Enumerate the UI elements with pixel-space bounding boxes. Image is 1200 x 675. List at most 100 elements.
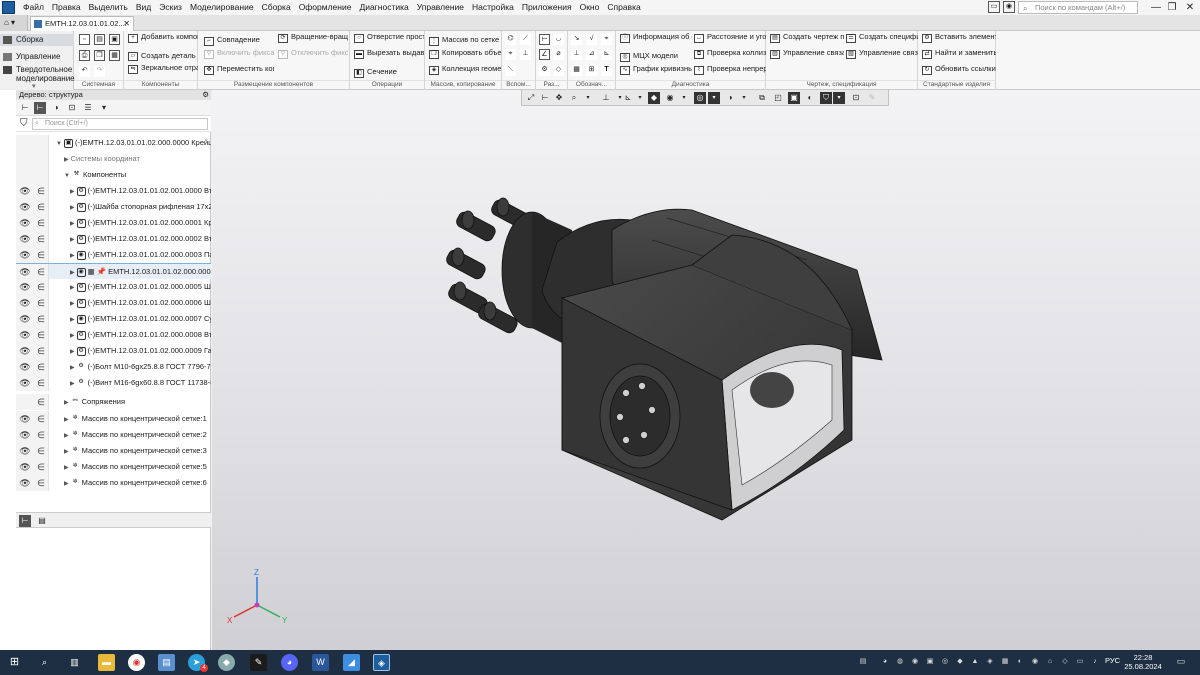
insert-element-button[interactable]: ⚙ Вставить элемент (922, 33, 996, 49)
filter-view-icon[interactable]: ⛉ (820, 92, 832, 104)
measure-icon[interactable]: ⊡ (850, 92, 862, 104)
weld-icon[interactable]: ⊾ (601, 49, 612, 60)
point-icon[interactable]: ⌖ (505, 49, 516, 60)
geometry-collection-button[interactable]: ◈Коллекция геометрии (429, 65, 501, 81)
menu-help[interactable]: Справка (603, 0, 644, 15)
menu-select[interactable]: Выделить (85, 0, 132, 15)
display-style-icon[interactable]: ◉ (664, 92, 676, 104)
visibility-eye-icon[interactable]: 👁 (19, 327, 31, 343)
clock[interactable]: 22:28 25.08.2024 (1122, 653, 1164, 673)
visibility-eye-icon[interactable]: 👁 (19, 264, 31, 279)
zoom-all-icon[interactable]: ⤢ (525, 92, 537, 104)
tree-row-component[interactable]: 👁∈▶◉(-)ЕМТН.12.03.01.01.02.000.0007 Супо… (16, 311, 211, 327)
continuity-check-button[interactable]: ⌇Проверка непрерывности (694, 65, 766, 81)
tree-row-component[interactable]: 👁 ∈ ▶ ⚙ (-)Шайба стопорная рифленая 17х2 (16, 199, 211, 215)
text-icon[interactable]: T (601, 65, 612, 76)
csys-view-icon[interactable]: ⊾ (622, 92, 634, 104)
notepad-icon[interactable]: ▤ (158, 654, 175, 671)
tray-nvidia-icon[interactable]: ▣ (925, 657, 935, 667)
move-component-button[interactable]: ✥Переместить компонент (204, 65, 274, 81)
mirror-component-button[interactable]: ⇋Зеркальное отражение ко... (128, 64, 198, 80)
tree-row-component[interactable]: 👁∈▶⚙(-)ЕМТН.12.03.01.01.02.001.0000 Втул… (16, 183, 211, 199)
properties-icon[interactable]: ▦ (109, 50, 120, 61)
axis-icon[interactable]: ⟋ (520, 34, 531, 45)
windows-start-icon[interactable]: ⊞ (6, 654, 23, 671)
tray-icon-1[interactable]: ▤ (858, 657, 868, 667)
language-indicator[interactable]: РУС (1105, 656, 1120, 665)
menu-view[interactable]: Вид (132, 0, 155, 15)
tree-row-array[interactable]: 👁 ∈ ▶ ✲ Массив по концентрической сетке:3 (16, 443, 211, 459)
assembly-model[interactable]: Z X Y (212, 90, 1200, 650)
create-spec-button[interactable]: ☰Создать спецификацию... (846, 33, 918, 49)
find-replace-button[interactable]: ⇄ Найти и заменить (922, 49, 996, 65)
zoom-dropdown-icon[interactable]: ▾ (582, 92, 594, 104)
grid-array-button[interactable]: ⋮ Массив по сетке (429, 36, 501, 46)
app-icon[interactable]: ◆ (218, 654, 235, 671)
tolerance-icon[interactable]: ⌖ (601, 34, 612, 45)
tree-row-array[interactable]: 👁 ∈ ▶ ✲ Массив по концентрической сетке:2 (16, 427, 211, 443)
collision-check-button[interactable]: ⧉Проверка коллизий (694, 49, 766, 65)
manage-linked-specs-button[interactable]: ▧Управление связанными с... (846, 49, 918, 65)
home-tab[interactable]: ⌂ ▾ (0, 15, 28, 31)
csys-icon[interactable]: ⊥ (520, 49, 531, 60)
visibility-dropdown-icon[interactable]: ▾ (708, 92, 720, 104)
table-icon[interactable]: ▦ (571, 65, 582, 76)
close-tab-icon[interactable]: ✕ (123, 17, 130, 30)
distance-angle-button[interactable]: ↔ Расстояние и угол (694, 33, 766, 49)
leader-icon[interactable]: ↘ (571, 34, 582, 45)
tree-search-input[interactable]: ⌕ Поиск (Ctrl+/) (32, 118, 208, 130)
visibility-eye-icon[interactable]: 👁 (19, 231, 31, 247)
rotation-rotation-button[interactable]: ⟳Вращение-вращение (278, 33, 348, 49)
tree-row-components[interactable]: ▼ ⚒ Компоненты (16, 167, 211, 183)
tray-icon-5[interactable]: ▲ (970, 657, 980, 667)
modes-expand-icon[interactable]: ▾ (32, 82, 36, 90)
tree-list-icon[interactable]: ☰ (82, 102, 94, 114)
tray-discord-icon[interactable]: ◕ (880, 657, 890, 667)
window-layout-icon[interactable]: ▭ (988, 1, 1000, 13)
word-icon[interactable]: W (312, 654, 329, 671)
tray-steam-icon[interactable]: ◉ (1030, 657, 1040, 667)
panel-settings-icon[interactable]: ⚙ (202, 90, 209, 100)
menu-diagnostics[interactable]: Диагностика (355, 0, 412, 15)
plane-icon[interactable]: ⌬ (505, 34, 516, 45)
zoom-icon[interactable]: ⌕ (568, 92, 580, 104)
tree-row-mates[interactable]: ∈ ▶ ⚯ Сопряжения (16, 394, 211, 410)
csys-dropdown-icon[interactable]: ▾ (634, 92, 646, 104)
disable-fix-button[interactable]: ⚲Отключить фиксацию (278, 49, 348, 65)
visibility-eye-icon[interactable]: 👁 (19, 427, 31, 443)
visibility-eye-icon[interactable]: 👁 (19, 247, 31, 263)
menu-apps[interactable]: Приложения (518, 0, 576, 15)
tree-row-coordinate-systems[interactable]: ▶ Системы координат (16, 151, 211, 167)
section-view-icon[interactable]: ⧉ (756, 92, 768, 104)
3d-viewport[interactable]: Z X Y (212, 90, 1200, 650)
tree-build-order-icon[interactable]: ⊢ (34, 102, 46, 114)
tree-row-component[interactable]: 👁∈▶◉(-)ЕМТН.12.03.01.01.02.000.0003 Пале… (16, 247, 211, 263)
tree-row-component[interactable]: 👁 ∈ ▶ ⚙ (-)ЕМТН.12.03.01.01.02.000.0009 Гайк… (16, 343, 211, 359)
visibility-eye-icon[interactable]: 👁 (19, 459, 31, 475)
filter-icon[interactable]: ⛉ (20, 118, 28, 129)
properties-tab-icon[interactable]: ▤ (36, 515, 48, 527)
new-file-icon[interactable]: ▫ (79, 34, 90, 45)
mass-properties-button[interactable]: ◎ МЦХ модели (620, 52, 692, 62)
visibility-toggle-icon[interactable]: ◎ (694, 92, 706, 104)
update-links-button[interactable]: ↻Обновить ссылки на мод... (922, 65, 996, 81)
tree-relations-icon[interactable]: ⊡ (66, 102, 78, 114)
display-dropdown-icon[interactable]: ▾ (678, 92, 690, 104)
visibility-eye-icon[interactable]: 👁 (19, 475, 31, 491)
mode-solid-modeling[interactable]: Твердотельное моделирование (0, 64, 75, 83)
print-icon[interactable]: ⎙ (79, 50, 90, 61)
coincidence-button[interactable]: ⌐ Совпадение (204, 36, 274, 46)
screenshot-icon[interactable]: ◉ (1003, 1, 1015, 13)
notes-app-icon[interactable]: ✎ (250, 654, 267, 671)
task-view-icon[interactable]: ▥ (66, 654, 83, 671)
shaded-view-icon[interactable]: ◆ (648, 92, 660, 104)
tray-network-icon[interactable]: ▭ (1075, 657, 1085, 667)
tray-icon-7[interactable]: ▦ (1000, 657, 1010, 667)
explorer-icon[interactable]: ▬ (98, 654, 115, 671)
menu-manage[interactable]: Управление (413, 0, 468, 15)
symbol-icon[interactable]: ⊞ (586, 65, 597, 76)
tree-filter-view-icon[interactable]: ◑ (50, 102, 62, 114)
visibility-eye-icon[interactable]: 👁 (19, 443, 31, 459)
tray-chrome-icon[interactable]: ◉ (910, 657, 920, 667)
orientation-icon[interactable]: ⊥ (600, 92, 612, 104)
